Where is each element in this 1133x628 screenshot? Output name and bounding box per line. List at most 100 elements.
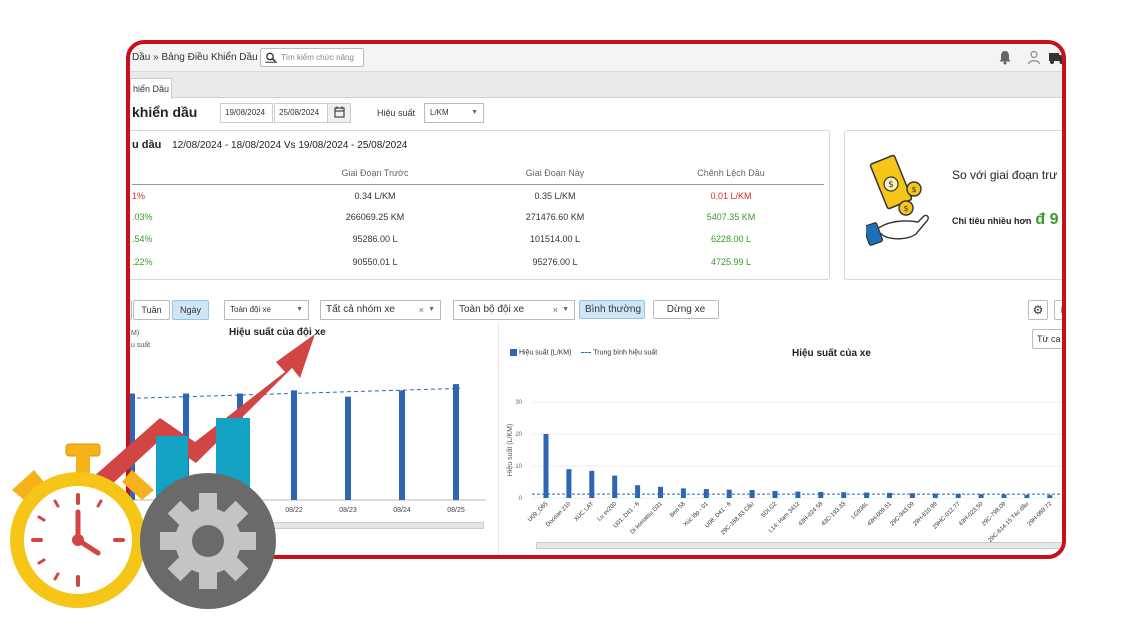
legend-line-label: Trung bình hiệu suất bbox=[593, 349, 658, 357]
row-diff: 6228.00 L bbox=[710, 234, 752, 244]
right-chart-scrollbar[interactable] bbox=[536, 542, 1062, 549]
fleet-bar bbox=[183, 393, 189, 500]
chevron-down-icon: ▼ bbox=[562, 306, 569, 313]
row-curr: 271476.60 KM bbox=[525, 212, 585, 222]
fleet-select-value: Toàn đội xe bbox=[230, 305, 271, 314]
week-button[interactable]: Tuần bbox=[133, 300, 170, 320]
vehicle-group-value: Tất cả nhóm xe bbox=[326, 304, 395, 315]
right-tool-button[interactable]: H bbox=[1054, 300, 1062, 320]
comparison-title: So với giai đoạn trư bbox=[952, 168, 1058, 182]
x-tick-label: LG936L bbox=[851, 501, 871, 521]
vehicle-bar bbox=[635, 485, 641, 498]
vehicles-select[interactable]: Toàn bộ đội xe × ▼ bbox=[453, 300, 575, 320]
y-tick-label: 20 bbox=[515, 432, 522, 438]
fleet-select[interactable]: Toàn đội xe ▼ bbox=[224, 300, 309, 320]
chart-divider bbox=[498, 322, 499, 555]
calendar-button[interactable] bbox=[327, 103, 351, 123]
chevron-down-icon: ▼ bbox=[296, 306, 303, 313]
fleet-bar bbox=[453, 384, 459, 500]
clear-icon[interactable]: × bbox=[419, 301, 424, 319]
tab-fuel-dashboard[interactable]: hiển Dầu bbox=[130, 78, 172, 99]
row-diff: 0.01 L/KM bbox=[710, 191, 752, 201]
legend-swatch-line bbox=[581, 352, 592, 353]
row-pct: .03% bbox=[132, 212, 153, 222]
right-chart-legend: Hiệu suất (L/KM) Trung bình hiệu suất bbox=[510, 349, 657, 356]
truck-icon[interactable] bbox=[1049, 50, 1065, 65]
left-chart-scrollbar[interactable] bbox=[132, 522, 484, 529]
row-prev: 0.34 L/KM bbox=[354, 191, 396, 201]
chevron-down-icon: ▼ bbox=[471, 109, 478, 116]
comparison-subtitle: Chi tiêu nhiều hơn đ 9 bbox=[952, 211, 1059, 229]
vehicle-bar bbox=[818, 491, 824, 498]
x-tick-label: Ben 58 bbox=[669, 501, 687, 519]
vehicle-bar bbox=[589, 470, 595, 498]
vehicle-bar bbox=[703, 489, 709, 498]
x-tick-label: 08/24 bbox=[393, 507, 411, 514]
search-placeholder: Tìm kiếm chức năng bbox=[281, 53, 354, 62]
summary-period: 12/08/2024 - 18/08/2024 Vs 19/08/2024 - … bbox=[172, 140, 408, 151]
right-chart-title: Hiệu suất của xe bbox=[792, 348, 871, 359]
vehicle-bar bbox=[932, 493, 938, 498]
clear-icon[interactable]: × bbox=[553, 301, 558, 319]
fleet-bar bbox=[399, 390, 405, 500]
row-curr: 0.35 L/KM bbox=[534, 191, 576, 201]
performance-unit-value: L/KM bbox=[430, 108, 449, 117]
svg-text:$: $ bbox=[911, 185, 916, 194]
vehicle-bar bbox=[612, 475, 618, 498]
vehicle-bar bbox=[726, 489, 732, 498]
settings-button[interactable]: ⚙ bbox=[1028, 300, 1048, 320]
x-tick-label: Lu sv200 bbox=[597, 501, 619, 523]
search-input[interactable]: Tìm kiếm chức năng bbox=[260, 48, 364, 67]
row-pct: .22% bbox=[132, 257, 153, 267]
bell-icon[interactable] bbox=[998, 50, 1012, 65]
breadcrumb[interactable]: Dầu » Bảng Điều Khiển Dầu bbox=[132, 52, 258, 63]
table-divider bbox=[132, 184, 824, 185]
date-to-input[interactable]: 25/08/2024 bbox=[274, 103, 328, 123]
vehicle-bar bbox=[955, 493, 961, 498]
tab-bar: hiển Dầu bbox=[130, 72, 1062, 99]
x-tick-label: 43C-193.33 bbox=[821, 501, 848, 528]
user-icon[interactable] bbox=[1027, 50, 1041, 65]
performance-label: Hiệu suất bbox=[377, 108, 416, 118]
svg-text:$: $ bbox=[903, 204, 908, 213]
fleet-bar bbox=[130, 393, 135, 500]
x-tick-label: Doosan 210 bbox=[545, 501, 573, 529]
date-from-input[interactable]: 19/08/2024 bbox=[220, 103, 273, 123]
right-filter-select[interactable]: Từ ca bbox=[1032, 329, 1062, 349]
vehicle-bar bbox=[795, 491, 801, 498]
row-prev: 90550.01 L bbox=[352, 257, 398, 267]
vehicle-bar bbox=[887, 492, 892, 498]
fleet-bar bbox=[291, 390, 297, 500]
fleet-bar bbox=[237, 393, 243, 500]
vehicle-bar bbox=[1024, 494, 1030, 498]
x-tick-label: 08/25 bbox=[447, 507, 465, 514]
performance-unit-select[interactable]: L/KM ▼ bbox=[424, 103, 484, 123]
left-chart-title: Hiệu suất của đội xe bbox=[229, 327, 326, 338]
vehicle-bar bbox=[978, 494, 984, 498]
row-diff: 4725.99 L bbox=[710, 257, 752, 267]
x-tick-label: U09_D65 bbox=[527, 501, 550, 524]
fleet-bar bbox=[345, 396, 351, 500]
period-button-left[interactable] bbox=[130, 300, 132, 320]
chevron-down-icon: ▼ bbox=[428, 306, 435, 313]
y-tick-label: 0 bbox=[519, 496, 523, 502]
money-hand-icon: $ $ $ bbox=[866, 154, 929, 246]
row-prev: 266069.25 KM bbox=[345, 212, 405, 222]
vehicle-group-select[interactable]: Tất cả nhóm xe × ▼ bbox=[320, 300, 441, 320]
svg-text:$: $ bbox=[888, 180, 894, 190]
status-stopped-button[interactable]: Dừng xe bbox=[653, 300, 719, 319]
vehicle-bar bbox=[543, 434, 549, 498]
legend-bar-label: Hiệu suất (L/KM) bbox=[518, 349, 572, 357]
x-tick-label: XÚC LAT bbox=[573, 500, 596, 523]
left-chart-ylabel: M) bbox=[131, 330, 140, 337]
x-tick-label: SDLG2 bbox=[760, 501, 779, 520]
legend-swatch-bar bbox=[510, 349, 517, 356]
search-icon bbox=[265, 52, 277, 63]
app-screen: Dầu » Bảng Điều Khiển Dầu Tìm kiếm chức … bbox=[130, 44, 1065, 555]
status-normal-button[interactable]: Bình thường bbox=[579, 300, 645, 319]
row-diff: 5407.35 KM bbox=[706, 212, 756, 222]
day-button[interactable]: Ngày bbox=[172, 300, 209, 320]
x-tick-label: 08/22 bbox=[285, 507, 303, 514]
vehicle-bar bbox=[772, 490, 778, 498]
vehicle-bar bbox=[749, 490, 755, 498]
